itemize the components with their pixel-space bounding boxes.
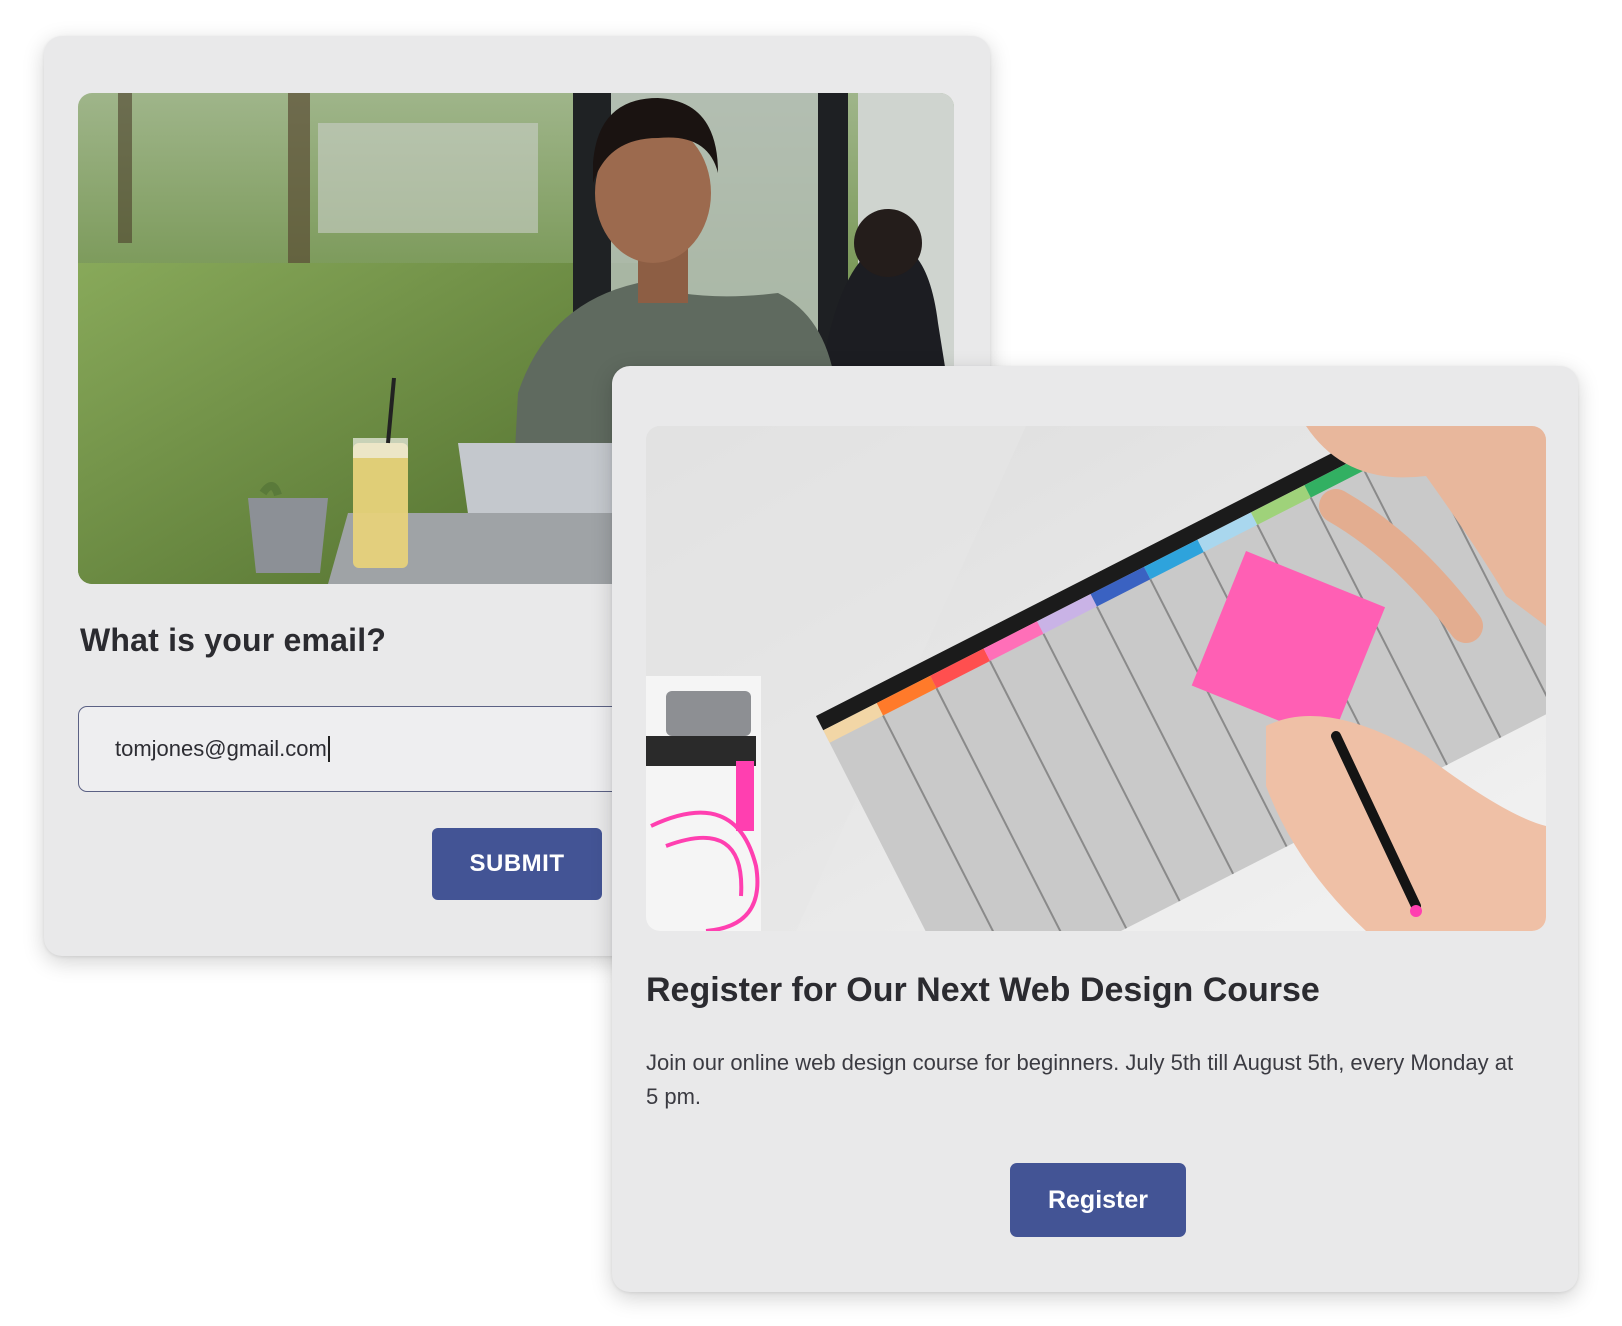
email-question-heading: What is your email?	[80, 622, 387, 658]
email-input[interactable]: tomjones@gmail.com	[78, 706, 678, 792]
course-title: Register for Our Next Web Design Course	[646, 971, 1320, 1009]
email-input-value: tomjones@gmail.com	[115, 736, 327, 761]
course-registration-card: Register for Our Next Web Design Course …	[612, 366, 1578, 1292]
register-button[interactable]: Register	[1010, 1163, 1186, 1237]
course-description: Join our online web design course for be…	[646, 1050, 1514, 1109]
text-cursor	[327, 736, 330, 762]
submit-button[interactable]: SUBMIT	[432, 828, 602, 900]
planner-photo	[646, 426, 1546, 931]
